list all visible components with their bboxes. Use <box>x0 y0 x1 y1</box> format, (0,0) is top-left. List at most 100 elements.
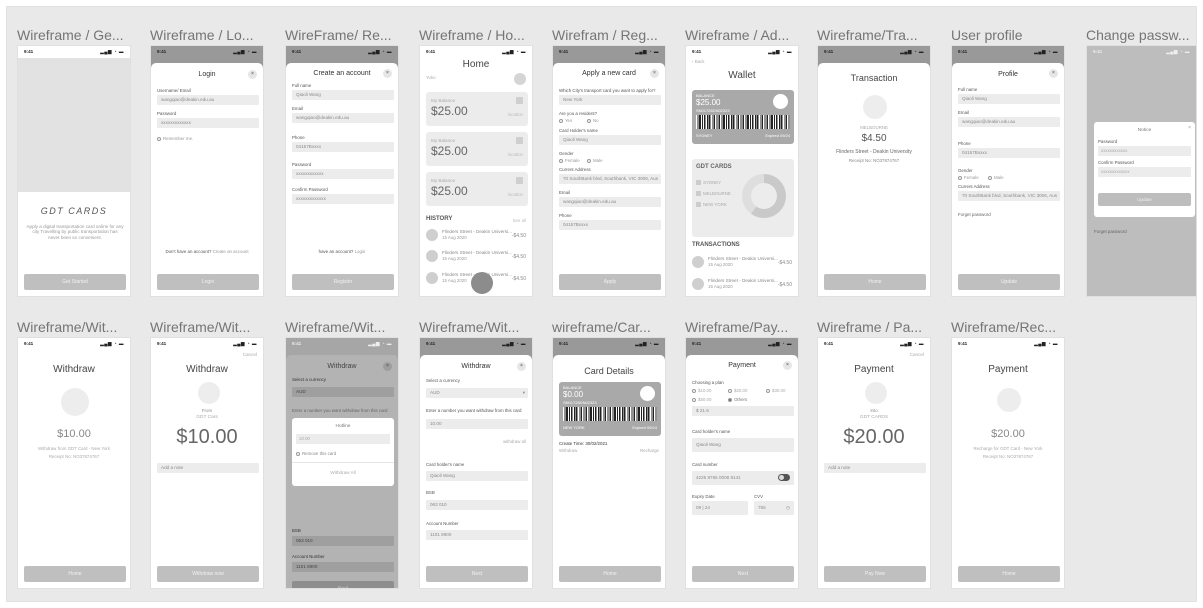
back-button[interactable]: ‹ Back <box>692 59 704 64</box>
frame-title[interactable]: Wireframe / Ge... <box>17 27 142 43</box>
close-icon[interactable]: × <box>783 361 792 370</box>
amount-input[interactable]: 10.00 <box>296 434 390 444</box>
address-input[interactable]: 70 SouthBank blvd, Southbank, VIC 3006, … <box>559 174 661 184</box>
frame-title[interactable]: WireFrame/ Re... <box>285 27 410 43</box>
checkbox-icon[interactable] <box>296 451 300 456</box>
radio-icon[interactable] <box>766 388 770 393</box>
recharge-link[interactable]: Recharge <box>640 448 659 453</box>
note-input[interactable]: Add a note <box>157 463 259 473</box>
holder-input[interactable]: Qiaoli Wang <box>426 471 528 481</box>
card-number-input[interactable]: 4225 8765 0008 8141 <box>692 471 794 485</box>
frame-title[interactable]: User profile <box>951 27 1076 43</box>
frame-title[interactable]: Wireframe / Pa... <box>817 319 942 335</box>
gender-female-radio[interactable]: Female <box>958 175 979 180</box>
forget-password-link[interactable]: Forget password <box>1094 229 1127 234</box>
gender-male-radio[interactable]: Male <box>587 158 603 163</box>
resident-no-radio[interactable]: No <box>587 118 599 123</box>
close-icon[interactable]: × <box>517 362 526 371</box>
city-legend-item[interactable]: MELBOURNE <box>696 191 731 197</box>
balance-card[interactable]: My Balance $25.00 location <box>426 132 528 166</box>
city-legend-item[interactable]: SYDNEY <box>696 180 721 186</box>
confirm-password-input[interactable]: xxxxxxxxxxxxx <box>1098 167 1191 177</box>
radio-icon[interactable] <box>587 158 591 163</box>
currency-select[interactable]: AUD <box>292 387 394 397</box>
phone-input[interactable]: 04157Bxxxx <box>559 220 661 230</box>
cvv-input[interactable]: 755 ◷ <box>754 501 794 515</box>
withdraw-all-link[interactable]: withdraw all <box>503 439 526 444</box>
transport-card[interactable]: BALANCE $25.00 SN01726DN02323 SYDNEY Exp… <box>692 90 794 144</box>
remember-checkbox[interactable]: Remember me. <box>157 136 193 141</box>
info-icon[interactable]: ◷ <box>786 501 790 515</box>
radio-icon[interactable] <box>988 175 992 180</box>
login-button[interactable]: Login <box>157 274 259 290</box>
balance-card[interactable]: My Balance $25.00 location <box>426 172 528 206</box>
email-input[interactable]: wangqiao@deakin.edu.au <box>958 117 1060 127</box>
update-button[interactable]: Update <box>1098 193 1191 206</box>
radio-icon[interactable] <box>692 397 696 402</box>
frame-title[interactable]: Wireframe/Tra... <box>817 27 942 43</box>
pay-now-button[interactable]: Pay Now <box>824 566 926 582</box>
frame-title[interactable]: Wireframe/Wit... <box>150 319 275 335</box>
confirm-password-input[interactable]: xxxxxxxxxxxxx <box>292 194 394 204</box>
amount-input[interactable]: 10.00 <box>426 419 528 429</box>
avatar[interactable] <box>514 73 526 85</box>
username-input[interactable]: wangqiao@deakin.edu.au <box>157 95 259 105</box>
frame-title[interactable]: wireframe/Car... <box>552 319 677 335</box>
home-button[interactable]: Home <box>559 566 661 582</box>
create-account-link[interactable]: Create an account <box>213 249 249 254</box>
frame-title[interactable]: Wireframe/Pay... <box>685 319 810 335</box>
apply-button[interactable]: Apply <box>559 274 661 290</box>
account-input[interactable]: 1101 8900 <box>426 530 528 540</box>
see-all-link[interactable]: See all <box>513 218 526 223</box>
withdraw-link[interactable]: Withdraw <box>559 448 577 453</box>
frame-title[interactable]: Wirefram / Reg... <box>552 27 677 43</box>
next-button[interactable]: Next <box>692 566 794 582</box>
close-icon[interactable]: × <box>248 70 257 79</box>
list-item[interactable]: Flinders Street - Deakin Universi...15 A… <box>692 277 792 291</box>
password-input[interactable]: xxxxxxxxxxxx <box>1098 146 1191 156</box>
radio-icon[interactable] <box>728 388 732 393</box>
radio-icon[interactable] <box>692 388 696 393</box>
plan-option[interactable]: $10.00 <box>692 388 711 393</box>
password-input[interactable]: xxxxxxxxxxxx <box>292 169 394 179</box>
fullname-input[interactable]: Qiaoli Wang <box>958 94 1060 104</box>
frame-title[interactable]: Wireframe/Wit... <box>285 319 410 335</box>
list-item[interactable]: Flinders Street - Deakin Universi...15 A… <box>692 255 792 269</box>
close-icon[interactable]: × <box>650 69 659 78</box>
frame-title[interactable]: Change passw... <box>1086 27 1198 43</box>
plan-option-selected[interactable]: Others <box>728 397 747 402</box>
remove-card-checkbox[interactable]: Remove this card <box>296 451 336 456</box>
frame-title[interactable]: Wireframe / Lo... <box>150 27 275 43</box>
cancel-button[interactable]: Cancel <box>243 352 257 357</box>
list-item[interactable]: Flinders Street - Deakin Universi...15 A… <box>426 249 526 263</box>
plan-option[interactable]: $30.00 <box>766 388 785 393</box>
withdraw-all-button[interactable]: Withdraw All <box>292 470 394 475</box>
next-button[interactable]: Next <box>426 566 528 582</box>
radio-icon[interactable] <box>728 397 732 402</box>
withdraw-now-button[interactable]: Withdraw now <box>157 566 259 582</box>
bsb-input[interactable]: 063 010 <box>426 500 528 510</box>
radio-icon[interactable] <box>559 158 563 163</box>
forget-password-link[interactable]: Forget password <box>958 212 991 217</box>
checkbox-icon[interactable] <box>157 136 161 141</box>
transport-card[interactable]: BALANCE $0.00 SN01726DN02323 NEW YORK Ex… <box>559 382 661 436</box>
phone-input[interactable]: 04157Bxxxx <box>292 142 394 152</box>
home-button[interactable]: Home <box>958 566 1060 582</box>
custom-amount-input[interactable]: $ 21.6 <box>692 406 794 416</box>
radio-icon[interactable] <box>559 118 563 123</box>
plan-option[interactable]: $20.00 <box>728 388 747 393</box>
home-button[interactable]: Home <box>24 566 126 582</box>
frame-title[interactable]: Wireframe/Wit... <box>17 319 142 335</box>
login-link[interactable]: Login <box>355 249 366 254</box>
frame-title[interactable]: Wireframe/Rec... <box>951 319 1076 335</box>
expiry-input[interactable]: 09 | 24 <box>692 501 748 515</box>
register-button[interactable]: Register <box>292 274 394 290</box>
email-input[interactable]: wangqiao@deakin.edu.au <box>559 197 661 207</box>
list-item[interactable]: Flinders Street - Deakin Universi...15 A… <box>426 228 526 242</box>
city-legend-item[interactable]: NEW YORK <box>696 202 727 208</box>
frame-title[interactable]: Wireframe / Ad... <box>685 27 810 43</box>
close-icon[interactable]: × <box>1049 69 1058 78</box>
cancel-button[interactable]: Cancel <box>910 352 924 357</box>
city-select[interactable]: New York <box>559 95 661 105</box>
home-button[interactable]: Home <box>824 274 926 290</box>
